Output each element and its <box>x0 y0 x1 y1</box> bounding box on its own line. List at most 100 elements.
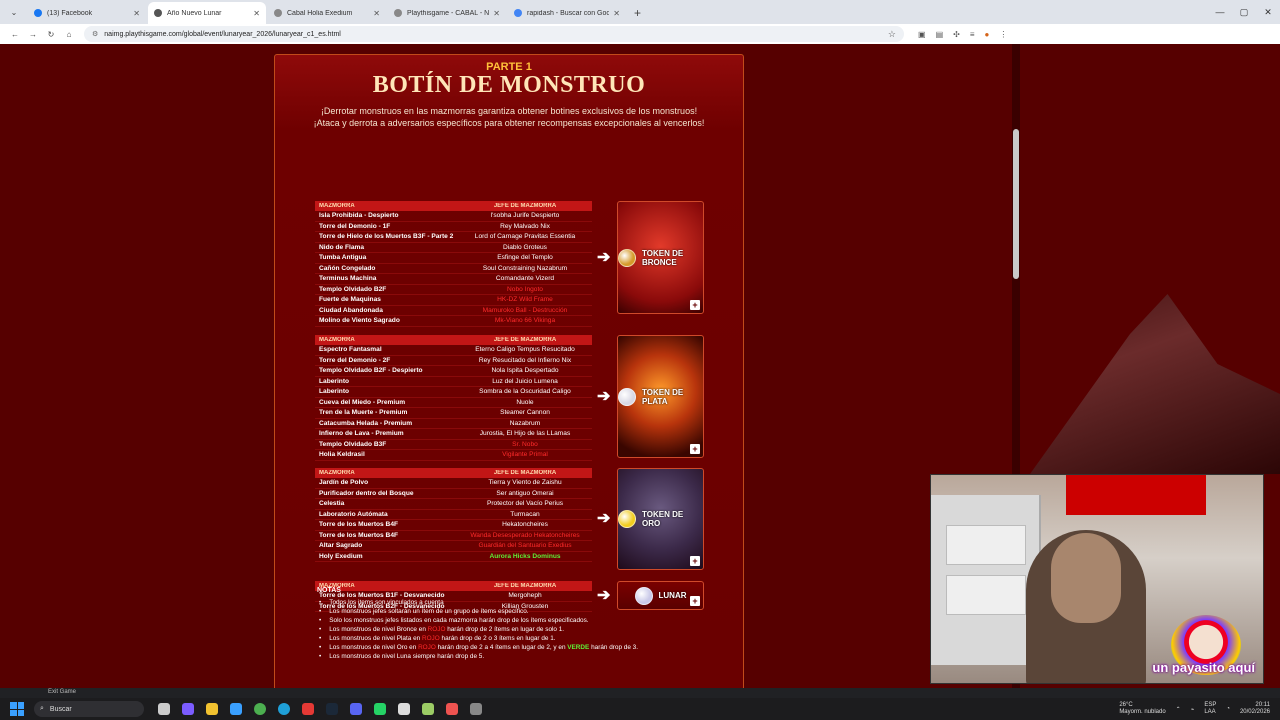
note-item: Los monstruos de nivel Luna siempre hará… <box>329 652 638 661</box>
note-text: ROJO <box>427 626 446 633</box>
tab-close-icon[interactable]: ✕ <box>373 9 380 18</box>
table-row: Espectro Fantasmal Eterno Caligo Tempus R… <box>315 345 592 356</box>
expand-plus-button[interactable]: + <box>690 556 700 566</box>
reload-icon[interactable]: ↻ <box>42 30 60 39</box>
boss-name: Comandante Vizerd <box>495 275 555 283</box>
media-icon[interactable]: ≡ <box>970 30 975 39</box>
note-item: Los monstruos jefes soltarán un ítem de … <box>329 607 638 616</box>
photos-icon[interactable] <box>230 703 242 715</box>
webcam-person-head <box>1051 533 1121 623</box>
app-icon[interactable] <box>422 703 434 715</box>
profile-avatar[interactable]: ● <box>985 30 990 39</box>
expand-plus-button[interactable]: + <box>690 596 700 606</box>
language-indicator[interactable]: ESP LAA <box>1204 702 1216 716</box>
browser-tab[interactable]: Año Nuevo Lunar ✕ <box>148 2 266 24</box>
boss-name: Tierra y Viento de Zaishu <box>488 479 562 487</box>
scrollbar-thumb[interactable] <box>1013 129 1019 279</box>
chrome-icon[interactable] <box>254 703 266 715</box>
new-tab-button[interactable]: + <box>634 6 641 20</box>
start-button[interactable] <box>10 702 24 716</box>
table-row: Tren de la Muerte - Premium Steamer Canno… <box>315 408 592 419</box>
table-row: Torre de Hielo de los Muertos B3F - Part… <box>315 232 592 243</box>
clock-time: 20:11 <box>1255 702 1270 708</box>
token-card[interactable]: TOKEN DE ORO + <box>617 468 704 570</box>
file-explorer-icon[interactable] <box>206 703 218 715</box>
table-row: Tumba Antigua Esfinge del Templo <box>315 253 592 264</box>
back-icon[interactable]: ← <box>6 30 24 39</box>
menu-icon[interactable]: ⋮ <box>999 30 1007 39</box>
boss-name: Rey Malvado Nix <box>500 222 550 230</box>
browser-tab[interactable]: (13) Facebook ✕ <box>28 2 146 24</box>
table-row: Jardín de Polvo Tierra y Viento de Zaishu <box>315 478 592 489</box>
note-item: Todos los items son vinculados a cuenta <box>329 598 638 607</box>
dungeon-name: Cueva del Miedo - Premium <box>319 398 406 406</box>
tab-close-icon[interactable]: ✕ <box>613 9 620 18</box>
steam-icon[interactable] <box>326 703 338 715</box>
clock-date: 20/02/2026 <box>1239 709 1270 715</box>
app-icon[interactable] <box>446 703 458 715</box>
table-header: MAZMORRA JEFE DE MAZMORRA <box>315 335 592 345</box>
app-icon[interactable] <box>302 703 314 715</box>
weather-widget[interactable]: 26°C Mayorm. nublado <box>1119 702 1165 716</box>
tab-close-icon[interactable]: ✕ <box>253 9 260 18</box>
note-item: Los monstruos de nivel Bronce en ROJO ha… <box>329 625 638 634</box>
browser-tab[interactable]: rapidash - Buscar con Google✕ <box>508 2 626 24</box>
tab-favicon-icon <box>154 9 162 17</box>
bookmark-star-icon[interactable]: ☆ <box>888 29 896 40</box>
boss-name: Soul Constraining Nazabrum <box>482 264 568 272</box>
taskbar-search[interactable]: ⌕ Buscar <box>34 701 144 717</box>
clock[interactable]: 20:11 20/02/2026 <box>1240 702 1270 716</box>
browser-tab[interactable]: Cabal Holia Exedium ✕ <box>268 2 386 24</box>
boss-name: Vigilante Primal <box>502 451 548 459</box>
col-boss: JEFE DE MAZMORRA <box>493 337 557 343</box>
intro-line-1: ¡Derrotar monstruos en las mazmorras gar… <box>320 106 698 116</box>
browser-tab[interactable]: Playthisgame - CABAL - Notici✕ <box>388 2 506 24</box>
expand-plus-button[interactable]: + <box>690 444 700 454</box>
network-icon[interactable]: ⌁ <box>1191 706 1195 713</box>
tab-close-icon[interactable]: ✕ <box>133 9 140 18</box>
dungeon-name: Templo Olvidado B2F <box>319 285 387 293</box>
app-icon[interactable] <box>182 703 194 715</box>
whatsapp-icon[interactable] <box>374 703 386 715</box>
tab-search-button[interactable]: ⌄ <box>4 2 24 22</box>
table-row: Laberinto Sombra de la Oscuridad Caligo <box>315 387 592 398</box>
boss-name: Steamer Cannon <box>500 409 550 417</box>
extension-icon[interactable]: ▣ <box>918 30 926 39</box>
address-bar[interactable]: ⚙ naimg.playthisgame.com/global/event/lu… <box>84 26 904 42</box>
forward-icon[interactable]: → <box>24 30 42 39</box>
minimize-button[interactable]: — <box>1208 0 1232 24</box>
boss-name: Esfinge del Templo <box>497 254 553 262</box>
dungeon-name: Torre de Hielo de los Muertos B3F - Part… <box>319 233 454 241</box>
boss-name: Rey Resucitado del Infierno Nix <box>478 356 572 364</box>
extensions-puzzle-icon[interactable]: ✣ <box>953 30 960 39</box>
exit-game-label: Exit Game <box>48 689 77 695</box>
token-card[interactable]: TOKEN DE PLATA + <box>617 335 704 458</box>
discord-icon[interactable] <box>350 703 362 715</box>
site-info-icon[interactable]: ⚙ <box>92 30 98 38</box>
col-boss: JEFE DE MAZMORRA <box>493 203 557 209</box>
home-icon[interactable]: ⌂ <box>60 30 78 39</box>
app-icon[interactable] <box>398 703 410 715</box>
screenshot-icon[interactable]: ▤ <box>936 30 944 39</box>
boss-name: l'sobha Jurife Despierto <box>490 212 560 220</box>
dungeon-table: MAZMORRA JEFE DE MAZMORRA Isla Prohibida -… <box>315 201 592 327</box>
dungeon-table: MAZMORRA JEFE DE MAZMORRA Espectro Fantasm… <box>315 335 592 461</box>
boss-name: Mk-Viano 66 Vikinga <box>494 317 556 325</box>
edge-icon[interactable] <box>278 703 290 715</box>
volume-icon[interactable]: ◔ <box>1226 706 1230 712</box>
close-window-button[interactable]: ✕ <box>1256 0 1280 24</box>
search-icon: ⌕ <box>40 705 44 712</box>
maximize-button[interactable]: ▢ <box>1232 0 1256 24</box>
chevron-up-icon[interactable]: ⌃ <box>1176 706 1181 713</box>
tab-close-icon[interactable]: ✕ <box>493 9 500 18</box>
token-card[interactable]: TOKEN DE BRONCE + <box>617 201 704 314</box>
dungeon-name: Torre de los Muertos B4F <box>319 531 399 539</box>
tab-strip: ⌄ (13) Facebook ✕ Año Nuevo Lunar ✕ Cabal Ho… <box>0 0 1280 24</box>
token-label: LUNAR <box>658 591 687 600</box>
app-icon[interactable] <box>470 703 482 715</box>
task-view-icon[interactable] <box>158 703 170 715</box>
expand-plus-button[interactable]: + <box>690 300 700 310</box>
table-row: Molino de Viento Sagrado Mk-Viano 66 Viki… <box>315 316 592 327</box>
system-tray: 26°C Mayorm. nublado ⌃ ⌁ ESP LAA ◔ 20:11… <box>1119 702 1270 716</box>
tab-title: rapidash - Buscar con Google <box>527 9 610 17</box>
